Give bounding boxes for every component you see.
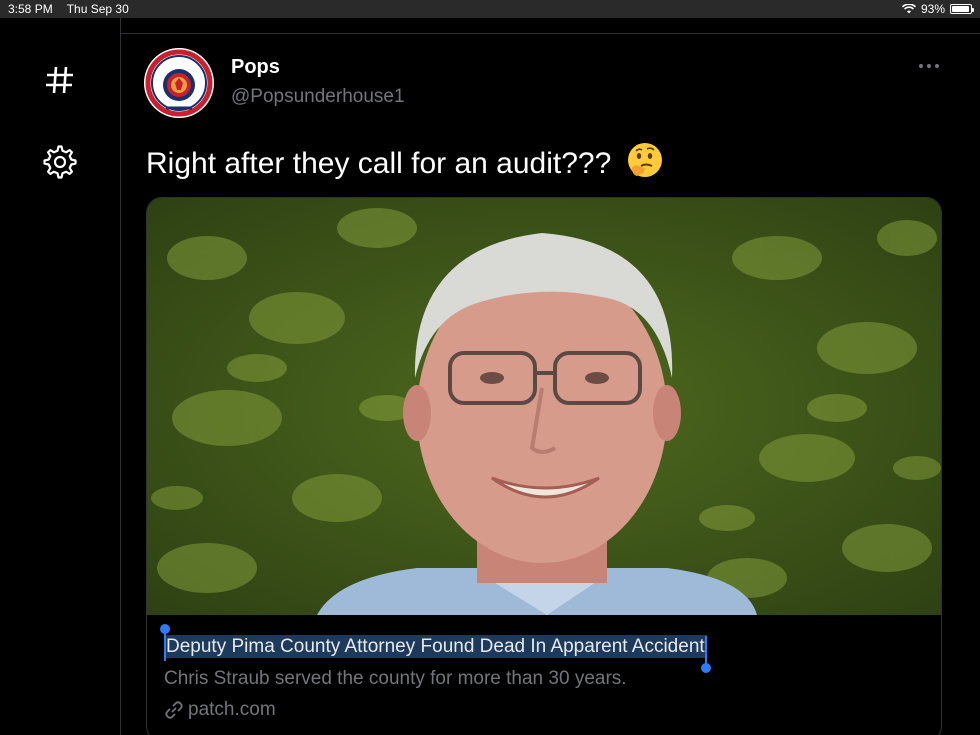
card-domain-row[interactable]: patch.com xyxy=(164,699,276,721)
link-card[interactable]: Deputy Pima County Attorney Found Dead I… xyxy=(146,197,942,735)
battery-icon xyxy=(950,4,974,14)
sidebar xyxy=(0,18,120,735)
timeline: Pops @Popsunderhouse1 Right after they c… xyxy=(120,18,980,735)
avatar[interactable] xyxy=(144,48,214,118)
status-bar: 3:58 PM Thu Sep 30 93% xyxy=(0,0,980,18)
link-icon xyxy=(165,701,183,719)
tweet-text: Right after they call for an audit??? xyxy=(146,142,664,188)
gear-icon[interactable] xyxy=(40,142,80,182)
wifi-icon xyxy=(901,4,916,14)
divider xyxy=(121,33,980,34)
tweet-body: Right after they call for an audit??? xyxy=(146,146,612,180)
status-date: Thu Sep 30 xyxy=(66,2,129,16)
card-description: Chris Straub served the county for more … xyxy=(164,668,627,689)
hashtag-icon[interactable] xyxy=(40,60,80,100)
article-photo[interactable] xyxy=(147,198,942,615)
thinking-face-icon xyxy=(626,142,664,188)
user-handle[interactable]: @Popsunderhouse1 xyxy=(231,86,405,108)
card-domain: patch.com xyxy=(188,699,276,720)
selection-start-handle[interactable] xyxy=(160,624,170,661)
patriot-party-logo xyxy=(145,49,213,117)
card-title-selection[interactable]: Deputy Pima County Attorney Found Dead I… xyxy=(160,624,711,673)
selection-end-handle[interactable] xyxy=(700,636,711,673)
status-time: 3:58 PM xyxy=(8,2,53,16)
status-indicators: 93% xyxy=(901,2,974,16)
card-title[interactable]: Deputy Pima County Attorney Found Dead I… xyxy=(164,635,707,658)
display-name[interactable]: Pops xyxy=(231,56,280,79)
battery-percent: 93% xyxy=(920,2,945,16)
battery-level xyxy=(952,6,969,12)
more-options-icon[interactable] xyxy=(909,54,949,78)
